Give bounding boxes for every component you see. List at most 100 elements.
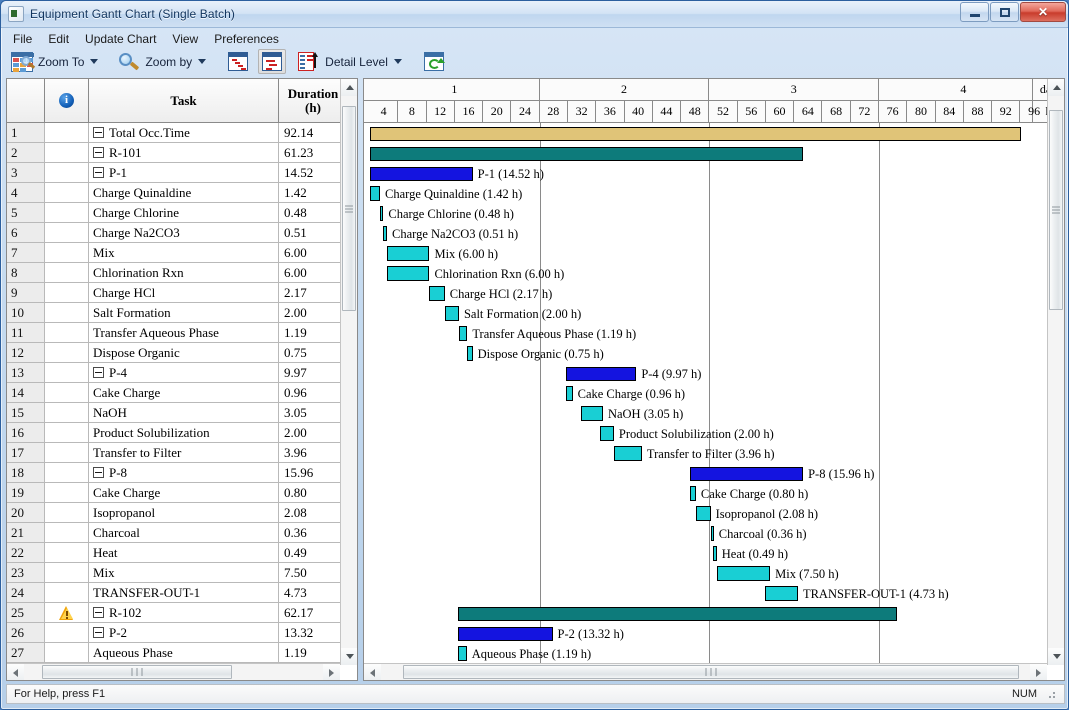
gantt-plot-area[interactable]: P-1 (14.52 h) Charge Quinaldine (1.42 h) C…: [364, 123, 1064, 664]
task-name-cell[interactable]: P-2: [89, 623, 279, 643]
table-row[interactable]: 10 Salt Formation 2.00: [7, 303, 357, 323]
gantt-vertical-scroll-thumb[interactable]: [1049, 110, 1063, 310]
warning-icon[interactable]: [59, 605, 74, 620]
gantt-bar[interactable]: [383, 226, 388, 241]
gantt-bar[interactable]: [370, 127, 1022, 141]
table-row[interactable]: 11 Transfer Aqueous Phase 1.19: [7, 323, 357, 343]
maximize-button[interactable]: [990, 2, 1019, 22]
refresh-button[interactable]: [420, 49, 448, 74]
task-name-cell[interactable]: Heat: [89, 543, 279, 563]
menu-preferences[interactable]: Preferences: [206, 30, 287, 48]
zoom-to-button[interactable]: Zoom To: [7, 49, 108, 74]
table-row[interactable]: 23 Mix 7.50: [7, 563, 357, 583]
task-name-cell[interactable]: P-1: [89, 163, 279, 183]
table-row[interactable]: 4 Charge Quinaldine 1.42: [7, 183, 357, 203]
table-row[interactable]: 12 Dispose Organic 0.75: [7, 343, 357, 363]
task-name-cell[interactable]: Isopropanol: [89, 503, 279, 523]
task-name-cell[interactable]: Salt Formation: [89, 303, 279, 323]
task-name-cell[interactable]: TRANSFER-OUT-1: [89, 583, 279, 603]
task-name-cell[interactable]: R-102: [89, 603, 279, 623]
gantt-bar[interactable]: [444, 306, 459, 321]
table-row[interactable]: 17 Transfer to Filter 3.96: [7, 443, 357, 463]
task-name-cell[interactable]: Transfer to Filter: [89, 443, 279, 463]
task-name-cell[interactable]: Total Occ.Time: [89, 123, 279, 143]
gantt-bar[interactable]: [458, 627, 553, 641]
table-row[interactable]: 20 Isopropanol 2.08: [7, 503, 357, 523]
gantt-bar[interactable]: [458, 646, 467, 661]
gantt-bar[interactable]: [713, 546, 717, 561]
gantt-bar[interactable]: [764, 586, 798, 601]
gantt-scroll-up-button[interactable]: [1048, 79, 1064, 96]
resize-grip-icon[interactable]: [1045, 688, 1057, 700]
table-row[interactable]: 21 Charcoal 0.36: [7, 523, 357, 543]
minimize-button[interactable]: [960, 2, 989, 22]
collapse-expander-icon[interactable]: [93, 167, 104, 178]
gantt-bar[interactable]: [710, 526, 714, 541]
task-name-cell[interactable]: Mix: [89, 563, 279, 583]
zoom-by-button[interactable]: Zoom by: [114, 49, 216, 74]
collapse-expander-icon[interactable]: [93, 627, 104, 638]
table-row[interactable]: 9 Charge HCl 2.17: [7, 283, 357, 303]
table-row[interactable]: 25 R-102 62.17: [7, 603, 357, 623]
task-name-cell[interactable]: P-8: [89, 463, 279, 483]
table-row[interactable]: 13 P-4 9.97: [7, 363, 357, 383]
menu-file[interactable]: File: [5, 30, 40, 48]
gantt-bar[interactable]: [581, 406, 603, 421]
task-name-cell[interactable]: Charge Quinaldine: [89, 183, 279, 203]
detail-level-button[interactable]: Detail Level: [294, 49, 412, 74]
gantt-bar[interactable]: [429, 286, 445, 301]
task-name-cell[interactable]: Charge Chlorine: [89, 203, 279, 223]
table-row[interactable]: 16 Product Solubilization 2.00: [7, 423, 357, 443]
menu-edit[interactable]: Edit: [40, 30, 77, 48]
task-name-cell[interactable]: Mix: [89, 243, 279, 263]
gantt-bar[interactable]: [387, 266, 430, 281]
table-row[interactable]: 27 Aqueous Phase 1.19: [7, 643, 357, 663]
gantt-bar[interactable]: [690, 486, 696, 501]
table-row[interactable]: 26 P-2 13.32: [7, 623, 357, 643]
gantt-bar[interactable]: [457, 607, 898, 621]
table-vertical-scrollbar[interactable]: [340, 79, 357, 665]
task-name-cell[interactable]: Transfer Aqueous Phase: [89, 323, 279, 343]
task-name-cell[interactable]: P-4: [89, 363, 279, 383]
gantt-vertical-scrollbar[interactable]: [1047, 79, 1064, 665]
menu-update-chart[interactable]: Update Chart: [77, 30, 164, 48]
gantt-scroll-left-button[interactable]: [364, 664, 381, 680]
table-scroll-right-button[interactable]: [323, 664, 340, 680]
collapse-expander-icon[interactable]: [93, 147, 104, 158]
table-row[interactable]: 5 Charge Chlorine 0.48: [7, 203, 357, 223]
table-row[interactable]: 1 Total Occ.Time 92.14: [7, 123, 357, 143]
gantt-bar[interactable]: [565, 386, 573, 401]
gantt-bar[interactable]: [599, 426, 614, 441]
gantt-bar[interactable]: [565, 367, 637, 381]
table-row[interactable]: 8 Chlorination Rxn 6.00: [7, 263, 357, 283]
table-row[interactable]: 22 Heat 0.49: [7, 543, 357, 563]
zoom-by-chevron-down-icon[interactable]: [198, 59, 207, 64]
gantt-bar[interactable]: [387, 246, 430, 261]
column-header-task[interactable]: Task: [89, 79, 279, 122]
gantt-bar[interactable]: [370, 167, 473, 181]
menu-view[interactable]: View: [164, 30, 206, 48]
table-scroll-up-button[interactable]: [341, 79, 357, 96]
close-button[interactable]: ✕: [1020, 2, 1066, 22]
table-horizontal-scroll-thumb[interactable]: [42, 665, 232, 679]
collapse-expander-icon[interactable]: [93, 367, 104, 378]
table-row[interactable]: 6 Charge Na2CO3 0.51: [7, 223, 357, 243]
table-scroll-down-button[interactable]: [341, 648, 357, 665]
gantt-horizontal-scroll-thumb[interactable]: [403, 665, 1019, 679]
gantt-bar[interactable]: [380, 206, 384, 221]
gantt-bar[interactable]: [370, 147, 803, 161]
table-row[interactable]: 2 R-101 61.23: [7, 143, 357, 163]
gantt-bar[interactable]: [690, 467, 804, 481]
table-horizontal-scrollbar[interactable]: [7, 663, 340, 680]
task-name-cell[interactable]: R-101: [89, 143, 279, 163]
gantt-bar[interactable]: [695, 506, 711, 521]
gantt-scroll-down-button[interactable]: [1048, 648, 1064, 665]
task-name-cell[interactable]: Charge Na2CO3: [89, 223, 279, 243]
table-row[interactable]: 15 NaOH 3.05: [7, 403, 357, 423]
gantt-horizontal-scrollbar[interactable]: [364, 663, 1047, 680]
task-name-cell[interactable]: Aqueous Phase: [89, 643, 279, 663]
task-name-cell[interactable]: Cake Charge: [89, 383, 279, 403]
gantt-scroll-right-button[interactable]: [1030, 664, 1047, 680]
gantt-bar[interactable]: [467, 346, 473, 361]
gantt-bar[interactable]: [717, 566, 771, 581]
